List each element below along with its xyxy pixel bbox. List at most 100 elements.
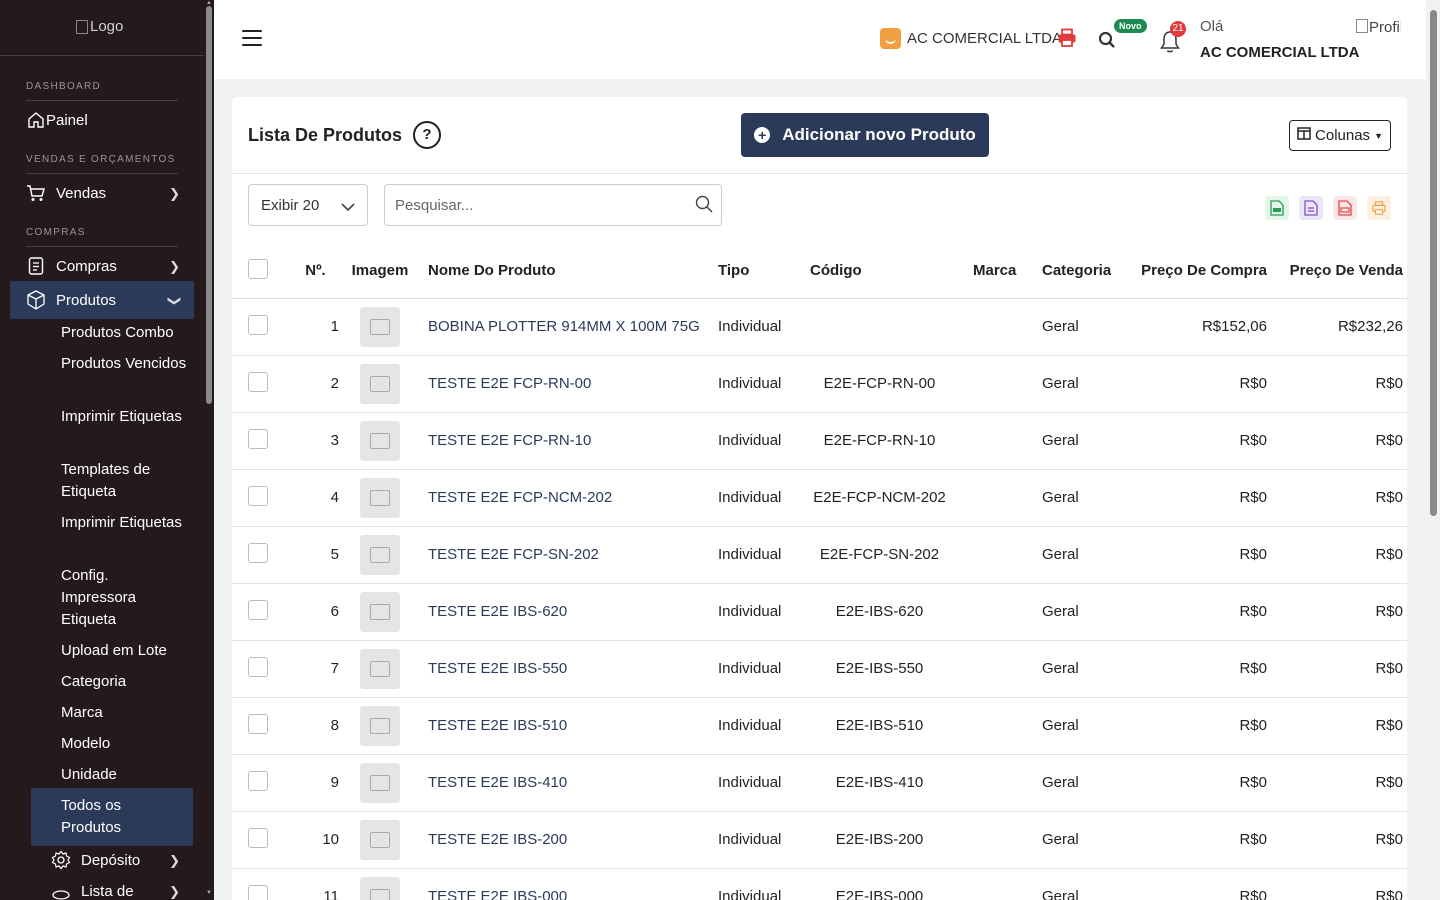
sidebar-subitem-produtos-combo[interactable]: Produtos Combo bbox=[31, 322, 193, 344]
product-thumbnail-icon[interactable] bbox=[360, 762, 400, 803]
sidebar-subitem-unidade[interactable]: Unidade bbox=[31, 764, 193, 786]
main-scrollbar[interactable] bbox=[1426, 0, 1440, 900]
row-image-cell bbox=[339, 355, 421, 413]
page-size-select[interactable]: Exibir 20 bbox=[248, 184, 368, 226]
search-icon[interactable] bbox=[1098, 31, 1116, 54]
product-thumbnail-icon[interactable] bbox=[360, 648, 400, 689]
sidebar-item-lista[interactable]: Lista de ❯ bbox=[35, 872, 194, 900]
row-product-name[interactable]: TESTE E2E FCP-RN-00 bbox=[421, 355, 718, 413]
printer-icon[interactable] bbox=[1057, 28, 1079, 48]
row-checkbox[interactable] bbox=[248, 713, 268, 734]
row-product-name[interactable]: TESTE E2E IBS-410 bbox=[421, 754, 718, 812]
add-product-button[interactable]: + Adicionar novo Produto bbox=[741, 113, 989, 157]
table-row[interactable]: 7 TESTE E2E IBS-550 Individual E2E-IBS-550 G… bbox=[232, 640, 1407, 698]
row-product-name[interactable]: TESTE E2E IBS-550 bbox=[421, 640, 718, 698]
row-checkbox[interactable] bbox=[248, 542, 268, 563]
logo[interactable]: Logo bbox=[76, 18, 123, 35]
table-row[interactable]: 6 TESTE E2E IBS-620 Individual E2E-IBS-620 G… bbox=[232, 583, 1407, 641]
select-all-checkbox[interactable] bbox=[248, 258, 268, 279]
row-product-name[interactable]: TESTE E2E FCP-NCM-202 bbox=[421, 469, 718, 527]
row-product-name[interactable]: TESTE E2E FCP-SN-202 bbox=[421, 526, 718, 584]
search-input[interactable] bbox=[385, 185, 675, 225]
columns-button[interactable]: Colunas ▼ bbox=[1289, 120, 1391, 151]
sidebar-item-produtos[interactable]: Produtos ❯ bbox=[10, 281, 194, 319]
sidebar-item-vendas[interactable]: Vendas ❯ bbox=[10, 174, 194, 212]
main-scroll-thumb[interactable] bbox=[1430, 10, 1437, 516]
row-product-name[interactable]: TESTE E2E IBS-510 bbox=[421, 697, 718, 755]
sidebar-subitem-marca[interactable]: Marca bbox=[31, 702, 193, 724]
sidebar-scrollbar[interactable]: ▲ ▼ bbox=[204, 0, 214, 900]
search-field[interactable] bbox=[384, 184, 722, 226]
sidebar-scroll-thumb[interactable] bbox=[206, 6, 212, 404]
header-category[interactable]: Categoria bbox=[1042, 244, 1137, 299]
help-button[interactable]: ? bbox=[413, 121, 441, 149]
product-thumbnail-icon[interactable] bbox=[360, 363, 400, 404]
row-product-name[interactable]: TESTE E2E IBS-000 bbox=[421, 868, 718, 900]
product-thumbnail-icon[interactable] bbox=[360, 534, 400, 575]
pdf-icon[interactable] bbox=[1333, 196, 1357, 220]
table-row[interactable]: 4 TESTE E2E FCP-NCM-202 Individual E2E-FCP-… bbox=[232, 469, 1407, 527]
row-checkbox[interactable] bbox=[248, 884, 268, 900]
header-code[interactable]: Código bbox=[810, 244, 973, 299]
sidebar-subitem-todos-produtos[interactable]: Todos os Produtos bbox=[31, 788, 193, 846]
header-product-name[interactable]: Nome Do Produto bbox=[421, 244, 718, 299]
table-row[interactable]: 2 TESTE E2E FCP-RN-00 Individual E2E-FCP-RN… bbox=[232, 355, 1407, 413]
sidebar-subitem-config-impressora[interactable]: Config. Impressora Etiqueta bbox=[31, 565, 193, 631]
section-title-dashboard: DASHBOARD bbox=[26, 81, 102, 92]
table-row[interactable]: 8 TESTE E2E IBS-510 Individual E2E-IBS-510 G… bbox=[232, 697, 1407, 755]
row-number: 9 bbox=[292, 754, 339, 812]
row-checkbox[interactable] bbox=[248, 428, 268, 449]
row-checkbox[interactable] bbox=[248, 770, 268, 791]
header-purchase-price[interactable]: Preço De Compra bbox=[1137, 244, 1287, 299]
sidebar-item-painel[interactable]: Painel bbox=[10, 101, 194, 139]
user-name[interactable]: AC COMERCIAL LTDA bbox=[1200, 44, 1359, 61]
avatar[interactable]: Profile bbox=[1356, 19, 1401, 36]
csv-icon[interactable] bbox=[1265, 196, 1289, 220]
sidebar: Logo DASHBOARD Painel VENDAS E ORÇAMENTO… bbox=[0, 0, 214, 900]
table-row[interactable]: 9 TESTE E2E IBS-410 Individual E2E-IBS-410 G… bbox=[232, 754, 1407, 812]
sidebar-item-compras[interactable]: Compras ❯ bbox=[10, 247, 194, 285]
product-thumbnail-icon[interactable] bbox=[360, 306, 400, 347]
row-checkbox[interactable] bbox=[248, 599, 268, 620]
row-product-name[interactable]: TESTE E2E FCP-RN-10 bbox=[421, 412, 718, 470]
hamburger-menu-icon[interactable] bbox=[242, 30, 262, 46]
product-thumbnail-icon[interactable] bbox=[360, 591, 400, 632]
table-row[interactable]: 5 TESTE E2E FCP-SN-202 Individual E2E-FCP-S… bbox=[232, 526, 1407, 584]
sidebar-subitem-imprimir-etiquetas[interactable]: Imprimir Etiquetas bbox=[31, 406, 193, 428]
row-checkbox[interactable] bbox=[248, 485, 268, 506]
product-thumbnail-icon[interactable] bbox=[360, 876, 400, 900]
search-icon[interactable] bbox=[695, 195, 713, 218]
row-product-name[interactable]: TESTE E2E IBS-200 bbox=[421, 811, 718, 869]
header-type[interactable]: Tipo bbox=[718, 244, 810, 299]
excel-icon[interactable] bbox=[1299, 196, 1323, 220]
row-type: Individual bbox=[718, 412, 810, 470]
row-product-name[interactable]: TESTE E2E IBS-620 bbox=[421, 583, 718, 641]
header-sale-price[interactable]: Preço De Venda bbox=[1287, 244, 1407, 299]
row-checkbox[interactable] bbox=[248, 314, 268, 335]
row-checkbox[interactable] bbox=[248, 827, 268, 848]
table-row[interactable]: 3 TESTE E2E FCP-RN-10 Individual E2E-FCP-RN… bbox=[232, 412, 1407, 470]
sidebar-subitem-modelo[interactable]: Modelo bbox=[31, 733, 193, 755]
row-checkbox[interactable] bbox=[248, 656, 268, 677]
sidebar-subitem-imprimir-etiquetas-2[interactable]: Imprimir Etiquetas bbox=[31, 512, 193, 534]
row-product-name[interactable]: BOBINA PLOTTER 914MM X 100M 75G bbox=[421, 298, 718, 356]
scroll-down-icon[interactable]: ▼ bbox=[206, 890, 212, 896]
sidebar-subitem-upload-lote[interactable]: Upload em Lote bbox=[31, 640, 193, 662]
print-icon[interactable] bbox=[1367, 196, 1391, 220]
row-checkbox[interactable] bbox=[248, 371, 268, 392]
table-row[interactable]: 10 TESTE E2E IBS-200 Individual E2E-IBS-200… bbox=[232, 811, 1407, 869]
header-number[interactable]: Nº. bbox=[292, 244, 339, 299]
sidebar-subitem-produtos-vencidos[interactable]: Produtos Vencidos bbox=[31, 353, 193, 375]
product-thumbnail-icon[interactable] bbox=[360, 705, 400, 746]
company-selector[interactable]: AC COMERCIAL LTDA bbox=[880, 28, 1062, 49]
sidebar-subitem-templates-etiqueta[interactable]: Templates de Etiqueta bbox=[31, 459, 193, 503]
row-number: 5 bbox=[292, 526, 339, 584]
product-thumbnail-icon[interactable] bbox=[360, 819, 400, 860]
table-row[interactable]: 1 BOBINA PLOTTER 914MM X 100M 75G Individu… bbox=[232, 298, 1407, 356]
row-brand bbox=[973, 526, 1042, 584]
table-row[interactable]: 11 TESTE E2E IBS-000 Individual E2E-IBS-000… bbox=[232, 868, 1407, 900]
sidebar-subitem-categoria[interactable]: Categoria bbox=[31, 671, 193, 693]
header-brand[interactable]: Marca bbox=[973, 244, 1042, 299]
product-thumbnail-icon[interactable] bbox=[360, 420, 400, 461]
product-thumbnail-icon[interactable] bbox=[360, 477, 400, 518]
